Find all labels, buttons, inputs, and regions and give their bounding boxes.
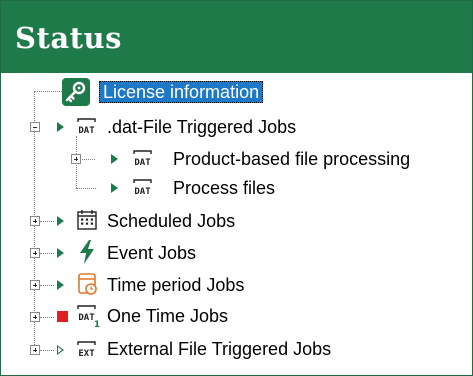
tree-connector: [40, 253, 54, 254]
play-icon: [111, 183, 118, 193]
play-icon: [57, 280, 64, 290]
tree-item-label: .dat-File Triggered Jobs: [107, 117, 297, 137]
key-icon: [62, 78, 90, 106]
tree-item-dat-file-triggered-jobs[interactable]: DAT .dat-File Triggered Jobs: [1, 110, 472, 142]
svg-text:DAT: DAT: [134, 158, 151, 168]
play-icon: [57, 122, 64, 132]
panel-header: Status: [1, 1, 472, 73]
tree-item-event-jobs[interactable]: Event Jobs: [1, 237, 472, 269]
svg-text:DAT: DAT: [78, 126, 95, 136]
tree-connector: [40, 285, 54, 286]
svg-text:DAT: DAT: [78, 313, 95, 323]
tree-item-label: Process files: [173, 178, 276, 198]
svg-text:DAT: DAT: [134, 187, 151, 197]
collapse-toggle-icon[interactable]: [30, 122, 40, 132]
expand-toggle-icon[interactable]: [30, 280, 40, 290]
expand-toggle-icon[interactable]: [30, 248, 40, 258]
play-icon: [57, 248, 64, 258]
dat-file-icon: DAT: [133, 179, 152, 197]
tree-item-external-file-triggered-jobs[interactable]: EXT External File Triggered Jobs: [1, 334, 472, 366]
svg-text:EXT: EXT: [78, 349, 95, 359]
tree-item-label: External File Triggered Jobs: [107, 339, 332, 359]
tree-item-label: License information: [99, 81, 264, 103]
panel-title: Status: [15, 21, 122, 55]
lightning-icon: [80, 240, 94, 264]
ext-file-icon: EXT: [77, 341, 96, 359]
stop-icon: [57, 311, 68, 322]
play-icon: [57, 216, 64, 226]
job-tree[interactable]: License information DAT .dat-File Trigge…: [1, 73, 472, 375]
svg-text:1: 1: [94, 320, 100, 328]
dat-file-icon: DAT: [77, 118, 96, 136]
tree-item-label: Scheduled Jobs: [107, 211, 236, 231]
play-outline-icon: [57, 345, 64, 355]
status-panel: Status License information DAT .dat-File…: [0, 0, 473, 376]
expand-toggle-icon[interactable]: [71, 154, 81, 164]
tree-connector: [40, 317, 54, 318]
tree-item-scheduled-jobs[interactable]: Scheduled Jobs: [1, 205, 472, 237]
time-period-icon: [78, 273, 97, 295]
tree-item-label: One Time Jobs: [107, 306, 229, 326]
tree-item-product-based-file-processing[interactable]: DAT Product-based file processing: [1, 143, 472, 175]
calendar-icon: [77, 210, 97, 230]
expand-toggle-icon[interactable]: [30, 312, 40, 322]
expand-toggle-icon[interactable]: [30, 345, 40, 355]
tree-item-process-files[interactable]: DAT Process files: [1, 172, 472, 204]
tree-item-label: Event Jobs: [107, 243, 197, 263]
tree-item-one-time-jobs[interactable]: DAT 1 One Time Jobs: [1, 301, 472, 333]
tree-item-license-information[interactable]: License information: [1, 75, 472, 107]
dat-file-icon: DAT: [133, 150, 152, 168]
tree-item-time-period-jobs[interactable]: Time period Jobs: [1, 269, 472, 301]
dat-file-once-icon: DAT 1: [77, 305, 100, 328]
tree-item-label: Product-based file processing: [173, 149, 411, 169]
expand-toggle-icon[interactable]: [30, 216, 40, 226]
tree-connector: [40, 221, 54, 222]
play-icon: [111, 154, 118, 164]
tree-item-label: Time period Jobs: [107, 275, 245, 295]
tree-connector: [40, 350, 54, 351]
